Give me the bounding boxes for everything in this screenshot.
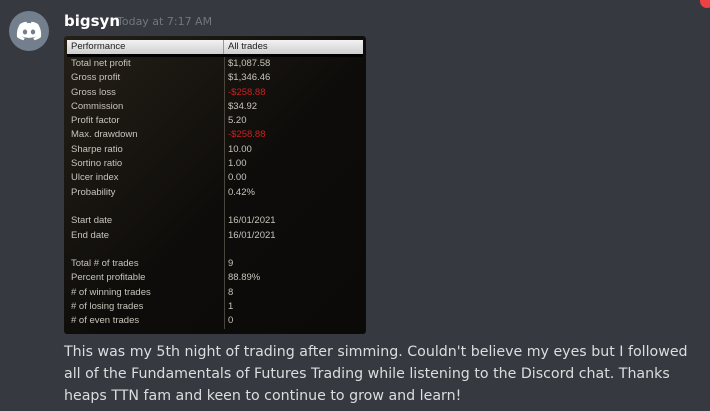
table-row: # of winning trades 8 [67,286,363,300]
row-value: 16/01/2021 [228,229,276,241]
row-label: Sharpe ratio [71,143,123,155]
row-label: Profit factor [71,115,120,127]
row-label: Start date [71,215,113,227]
row-label: Ulcer index [71,172,119,184]
row-value: 8 [228,286,234,298]
row-value: 1.00 [228,158,247,170]
table-spacer [67,243,363,257]
row-value: $34.92 [228,100,258,112]
table-row: # of losing trades 1 [67,300,363,314]
user-avatar[interactable] [9,11,49,51]
header-all-trades: All trades [228,41,268,52]
username[interactable]: bigsyn [64,11,120,31]
notification-badge [700,0,710,8]
row-value: 16/01/2021 [228,215,276,227]
table-row: End date 16/01/2021 [67,229,363,243]
row-value: $1,087.58 [228,58,271,69]
row-value: $1,346.46 [228,72,271,84]
row-label: Gross loss [71,86,116,98]
row-value: 5.20 [228,115,247,127]
table-header: Performance All trades [67,40,363,57]
row-label: Percent profitable [71,272,146,284]
row-label: # of even trades [71,315,140,327]
table-spacer [67,200,363,214]
row-value: 0 [228,315,234,327]
row-label: Gross profit [71,72,121,84]
row-value: -$258.88 [228,129,266,141]
header-performance: Performance [67,40,224,54]
discord-logo-icon [16,21,42,41]
row-value: 1 [228,301,234,313]
table-row: Sortino ratio 1.00 [67,157,363,171]
image-attachment[interactable]: Performance All trades Total net profit $… [64,36,366,334]
row-label: # of winning trades [71,286,151,298]
table-body: Total net profit $1,087.58 Gross profit $1,… [67,57,363,329]
table-row: Start date 16/01/2021 [67,214,363,228]
performance-table: Performance All trades Total net profit $… [67,40,363,329]
row-label: End date [71,229,110,241]
row-value: 88.89% [228,272,261,284]
row-label: Max. drawdown [71,129,138,141]
table-row: Probability 0.42% [67,186,363,200]
row-value: 10.00 [228,143,252,155]
row-value: 0.00 [228,172,247,184]
row-label: Sortino ratio [71,158,123,170]
table-row: Gross loss -$258.88 [67,86,363,100]
row-label: Probability [71,186,116,198]
table-row: Total # of trades 9 [67,257,363,271]
table-row: Commission $34.92 [67,100,363,114]
table-row: Profit factor 5.20 [67,114,363,128]
table-row: Max. drawdown -$258.88 [67,128,363,142]
table-row: Gross profit $1,346.46 [67,71,363,85]
row-label: # of losing trades [71,301,144,313]
message-text: This was my 5th night of trading after s… [64,344,688,404]
row-value: -$258.88 [228,86,266,98]
row-label: Total # of trades [71,258,139,270]
table-row: Total net profit $1,087.58 [67,57,363,71]
table-row: Ulcer index 0.00 [67,171,363,185]
table-row: Sharpe ratio 10.00 [67,143,363,157]
row-value: 0.42% [228,186,255,198]
row-value: 9 [228,258,234,270]
message-timestamp: Today at 7:17 AM [117,15,213,28]
table-row: # of even trades 0 [67,314,363,328]
table-row: Percent profitable 88.89% [67,271,363,285]
row-label: Commission [71,100,124,112]
row-label: Total net profit [71,58,131,69]
chat-message: bigsyn Today at 7:17 AM Performance All … [0,0,710,411]
